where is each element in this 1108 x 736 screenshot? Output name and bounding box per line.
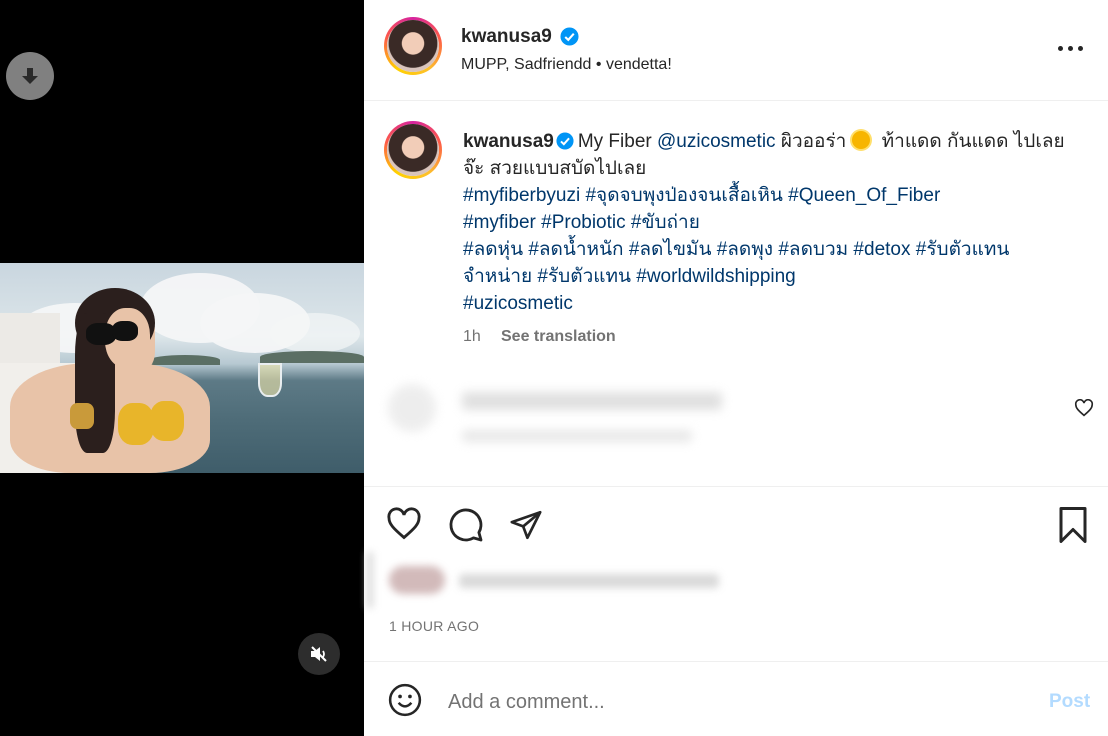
post-timestamp[interactable]: 1 HOUR AGO bbox=[389, 618, 479, 634]
see-translation-button[interactable]: See translation bbox=[501, 328, 616, 346]
author-subtitle[interactable]: MUPP, Sadfriendd • vendetta! bbox=[461, 56, 672, 74]
emoji-icon[interactable] bbox=[388, 683, 422, 717]
blurred-comment bbox=[384, 378, 1044, 458]
caption-hashtags[interactable]: #uzicosmetic bbox=[463, 293, 573, 314]
blurred-likes bbox=[367, 552, 757, 608]
caption-text: ผิวออร่า bbox=[775, 131, 847, 152]
heart-icon[interactable] bbox=[386, 507, 422, 541]
caption-mention[interactable]: @uzicosmetic bbox=[657, 131, 776, 152]
header-divider bbox=[364, 100, 1108, 101]
sun-emoji bbox=[852, 131, 871, 149]
bookmark-icon[interactable] bbox=[1058, 507, 1088, 543]
share-icon[interactable] bbox=[509, 508, 543, 542]
caption-text: My Fiber bbox=[577, 131, 658, 152]
verified-icon bbox=[560, 27, 579, 46]
more-options-button[interactable] bbox=[1058, 38, 1086, 58]
comment-divider bbox=[364, 661, 1108, 662]
comment-icon[interactable] bbox=[448, 507, 484, 543]
post-media[interactable] bbox=[0, 0, 364, 736]
caption-hashtags[interactable]: #myfiber #Probiotic #ขับถ่าย bbox=[463, 212, 700, 233]
author-username[interactable]: kwanusa9 bbox=[461, 26, 552, 48]
mute-icon bbox=[311, 646, 327, 662]
post-comment-button[interactable]: Post bbox=[1049, 691, 1090, 713]
actions-divider bbox=[364, 486, 1108, 487]
download-button[interactable] bbox=[6, 52, 54, 100]
download-icon bbox=[22, 68, 38, 84]
caption-hashtags[interactable]: #myfiberbyuzi #จุดจบพุงป่องจนเสื้อเหิน #… bbox=[463, 185, 940, 206]
heart-icon[interactable] bbox=[1074, 399, 1094, 417]
post-photo bbox=[0, 263, 364, 473]
comment-input[interactable] bbox=[448, 686, 1008, 718]
caption-time[interactable]: 1h bbox=[463, 328, 481, 346]
post-caption: kwanusa9 My Fiber @uzicosmetic ผิวออร่า ท… bbox=[463, 128, 1073, 317]
author-avatar[interactable] bbox=[384, 17, 442, 75]
verified-icon bbox=[556, 132, 574, 150]
caption-username[interactable]: kwanusa9 bbox=[463, 131, 554, 152]
caption-hashtags[interactable]: #ลดหุ่น #ลดน้ำหนัก #ลดไขมัน #ลดพุง #ลดบว… bbox=[463, 239, 1009, 287]
post-panel: kwanusa9 MUPP, Sadfriendd • vendetta! kw… bbox=[364, 0, 1108, 736]
more-icon bbox=[1058, 46, 1063, 51]
mute-button[interactable] bbox=[298, 633, 340, 675]
caption-avatar[interactable] bbox=[384, 121, 442, 179]
